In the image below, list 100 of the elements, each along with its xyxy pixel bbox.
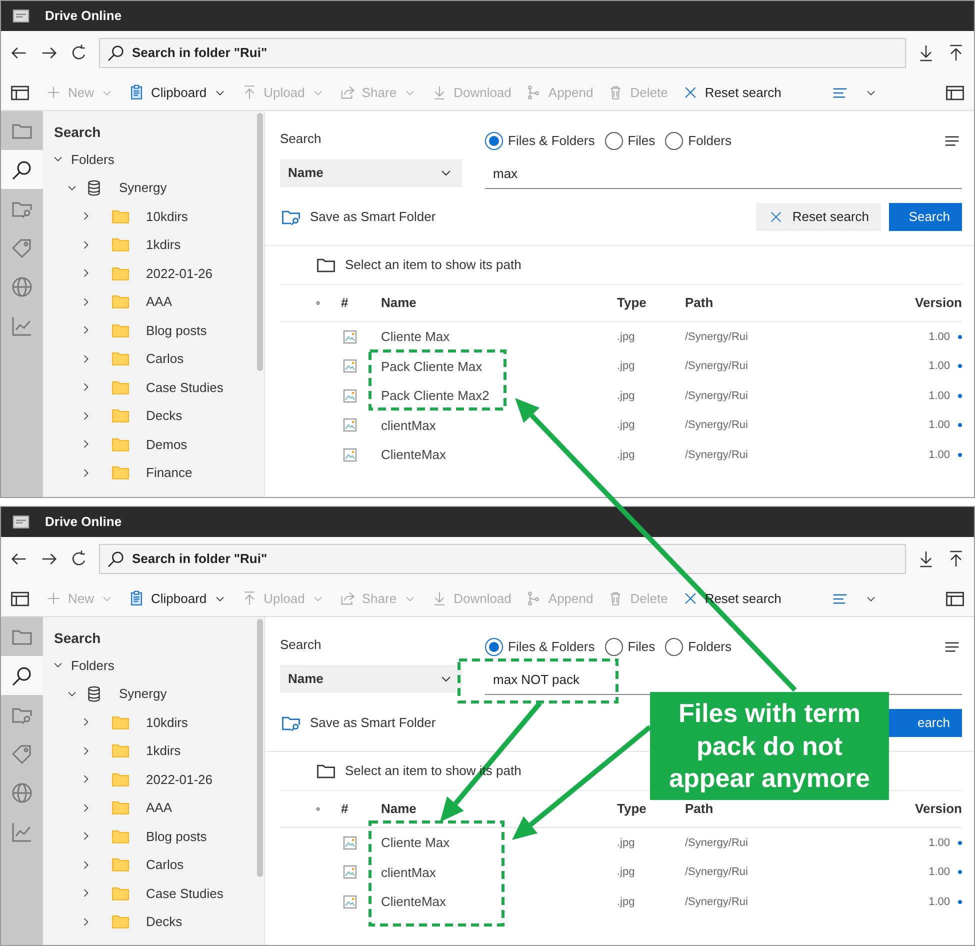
file-path: /Synergy/Rui [685, 894, 749, 910]
tree-item[interactable]: Finance [146, 463, 192, 482]
tree-item[interactable]: Decks [146, 406, 182, 426]
toolbar-button[interactable]: Clipboard [128, 588, 227, 608]
sidebar-title: Search [53, 122, 102, 142]
radio-button[interactable] [665, 638, 684, 656]
scrollbar[interactable] [256, 617, 264, 945]
search-label: Search [280, 636, 322, 654]
database-icon [85, 684, 103, 703]
search-button[interactable]: Search [889, 203, 962, 231]
plus-icon [45, 84, 62, 101]
file-name[interactable]: Pack Cliente Max [381, 356, 617, 376]
file-version: 1.00 [928, 359, 950, 374]
search-button[interactable]: earch [889, 709, 962, 737]
tree-item[interactable]: Folders [71, 656, 114, 675]
column-header[interactable]: Path [685, 799, 900, 819]
scrollbar[interactable] [256, 111, 264, 497]
column-header[interactable]: Type [617, 799, 685, 819]
tree-item[interactable]: Carlos [146, 855, 184, 874]
column-header[interactable]: Path [685, 293, 900, 313]
file-name[interactable]: Cliente Max [381, 327, 617, 346]
radio-button[interactable] [604, 638, 623, 656]
tree-item[interactable]: Folders [71, 150, 114, 169]
radio-button[interactable] [485, 638, 503, 656]
file-name[interactable]: Cliente Max [381, 833, 617, 852]
file-name[interactable]: ClienteMax [381, 445, 617, 464]
file-path: /Synergy/Rui [685, 836, 749, 850]
image-file-icon [341, 892, 359, 911]
column-header[interactable]: Version [915, 293, 962, 313]
tree-item[interactable]: Demos [146, 434, 188, 454]
tree-item[interactable]: 10kdirs [146, 712, 188, 732]
plus-icon [45, 590, 62, 607]
radio-label[interactable]: Files [628, 637, 656, 657]
tree-item[interactable]: Carlos [146, 349, 184, 368]
file-type: .jpg [617, 330, 636, 344]
tree-item[interactable]: Synergy [119, 178, 167, 198]
radio-button[interactable] [604, 132, 623, 150]
tree-item[interactable]: AAA [146, 798, 172, 818]
share-icon [338, 84, 356, 101]
reset-search-button[interactable]: Reset search [756, 203, 881, 231]
search-field[interactable]: max [485, 159, 962, 189]
field-dropdown[interactable]: Name [280, 665, 462, 693]
file-type: .jpg [617, 448, 636, 462]
column-header[interactable]: Name [381, 293, 617, 313]
radio-label[interactable]: Files & Folders [508, 637, 595, 657]
search-tab[interactable] [1, 150, 43, 189]
radio-button[interactable] [665, 132, 684, 150]
column-header[interactable]: # [341, 293, 381, 313]
toolbar-button[interactable]: Reset search [682, 82, 782, 102]
globe-icon [10, 780, 34, 804]
tree-item[interactable]: Case Studies [146, 378, 224, 397]
window-title: Drive Online [45, 513, 122, 532]
status-dot [958, 394, 962, 398]
file-name[interactable]: ClienteMax [381, 892, 617, 912]
status-dot [958, 423, 962, 428]
radio-label[interactable]: Folders [688, 131, 732, 151]
column-header[interactable]: # [341, 799, 381, 819]
tree-item[interactable]: 1kdirs [146, 741, 181, 760]
toolbar-button[interactable]: Clipboard [128, 82, 227, 102]
tree-item[interactable]: Blog posts [146, 826, 207, 846]
field-dropdown[interactable]: Name [280, 159, 462, 187]
file-name[interactable]: clientMax [381, 416, 617, 435]
column-header[interactable]: Name [381, 799, 617, 819]
callout-note: Files with term pack do not appear anymore [650, 692, 889, 800]
save-smart-folder-link[interactable]: Save as Smart Folder [310, 207, 436, 227]
file-version: 1.00 [928, 865, 950, 880]
status-dot [958, 900, 962, 904]
image-file-icon [341, 834, 359, 852]
radio-button[interactable] [485, 132, 503, 150]
tree-item[interactable]: Case Studies [146, 884, 224, 903]
file-version: 1.00 [928, 330, 950, 344]
status-dot [958, 870, 962, 874]
file-path: /Synergy/Rui [685, 865, 749, 880]
image-file-icon [341, 328, 359, 346]
image-file-icon [341, 357, 359, 376]
search-tab[interactable] [1, 656, 43, 695]
tree-item[interactable]: Decks [146, 912, 182, 932]
tree-item[interactable]: 10kdirs [146, 206, 188, 226]
address-field[interactable]: Search in folder "Rui" [99, 38, 906, 68]
file-name[interactable]: Pack Cliente Max2 [381, 386, 617, 406]
path-hint: Select an item to show its path [345, 256, 522, 274]
file-name[interactable]: clientMax [381, 862, 617, 882]
column-header[interactable]: Type [617, 293, 685, 313]
radio-label[interactable]: Files & Folders [508, 131, 595, 151]
tree-item[interactable]: 2022-01-26 [146, 770, 212, 789]
address-field[interactable]: Search in folder "Rui" [99, 544, 906, 574]
tree-item[interactable]: AAA [146, 292, 172, 312]
tree-item[interactable]: Blog posts [146, 320, 207, 340]
status-dot [958, 840, 962, 845]
column-header[interactable]: Version [915, 799, 962, 819]
tree-item[interactable]: 1kdirs [146, 235, 181, 254]
status-dot [958, 364, 962, 368]
file-type: .jpg [617, 418, 636, 433]
file-type: .jpg [617, 894, 636, 910]
tree-item[interactable]: 2022-01-26 [146, 264, 212, 283]
radio-label[interactable]: Files [628, 131, 656, 151]
radio-label[interactable]: Folders [688, 637, 732, 657]
tree-item[interactable]: Synergy [119, 684, 167, 704]
save-smart-folder-link[interactable]: Save as Smart Folder [310, 713, 436, 733]
file-type: .jpg [617, 836, 636, 850]
